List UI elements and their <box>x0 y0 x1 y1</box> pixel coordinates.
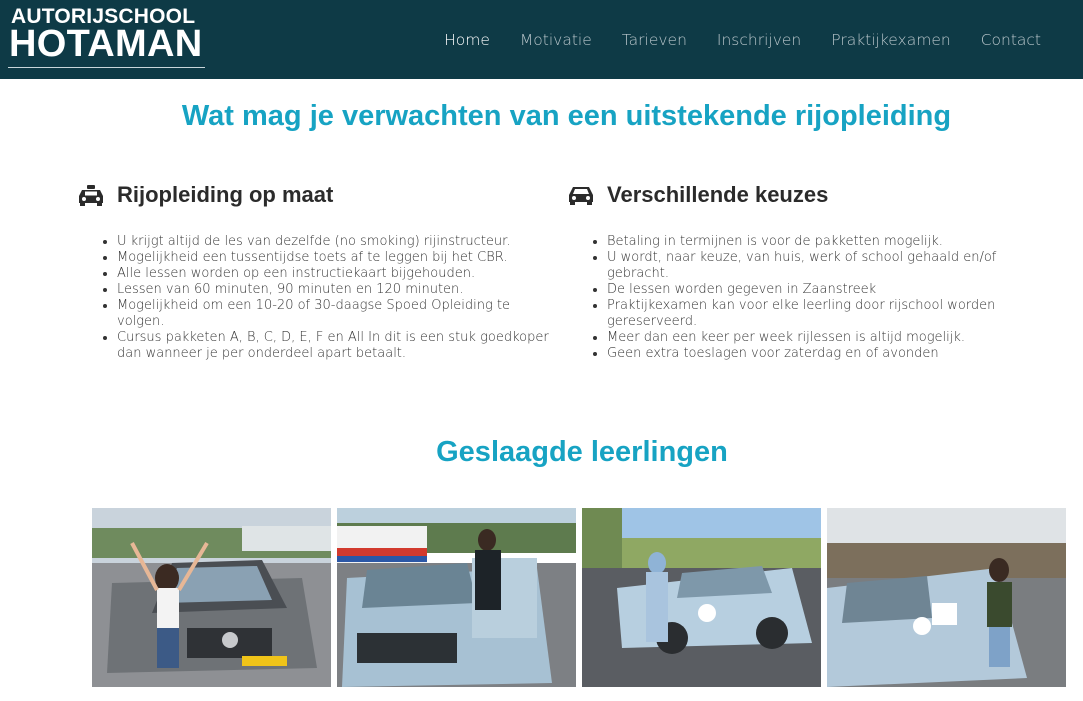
page-title: Wat mag je verwachten van een uitstekend… <box>181 100 952 132</box>
student-photo-1[interactable] <box>92 508 331 687</box>
list-item: Meer dan een keer per week rijlessen is … <box>607 330 1047 346</box>
feature-heading-left: Rijopleiding op maat <box>117 182 334 207</box>
nav-inschrijven[interactable]: Inschrijven <box>717 31 801 49</box>
feature-header-left: Rijopleiding op maat <box>77 180 557 210</box>
list-item: Lessen van 60 minuten, 90 minuten en 120… <box>117 282 557 298</box>
feature-header-right: Verschillende keuzes <box>567 180 1047 210</box>
taxi-icon <box>77 184 105 206</box>
main-nav: Home Motivatie Tarieven Inschrijven Prak… <box>414 0 1041 79</box>
list-item: U wordt, naar keuze, van huis, werk of s… <box>607 250 1047 282</box>
student-photo-3[interactable] <box>582 508 821 687</box>
gallery-title: Geslaagde leerlingen <box>436 436 728 468</box>
feature-heading-right: Verschillende keuzes <box>607 182 829 207</box>
nav-praktijkexamen[interactable]: Praktijkexamen <box>831 31 950 49</box>
feature-list-right: Betaling in termijnen is voor de pakkett… <box>567 234 1047 362</box>
feature-column-left: Rijopleiding op maat U krijgt altijd de … <box>77 180 557 362</box>
feature-column-right: Verschillende keuzes Betaling in termijn… <box>567 180 1047 362</box>
nav-tarieven[interactable]: Tarieven <box>622 31 687 49</box>
list-item: Betaling in termijnen is voor de pakkett… <box>607 234 1047 250</box>
list-item: De lessen worden gegeven in Zaanstreek <box>607 282 1047 298</box>
car-icon <box>567 184 595 206</box>
logo-line-2: HOTAMAN <box>9 23 203 65</box>
list-item: Alle lessen worden op een instructiekaar… <box>117 266 557 282</box>
feature-list-left: U krijgt altijd de les van dezelfde (no … <box>77 234 557 362</box>
student-gallery <box>92 508 1067 687</box>
site-logo[interactable]: AUTORIJSCHOOL HOTAMAN <box>8 4 205 68</box>
list-item: Mogelijkheid een tussentijdse toets af t… <box>117 250 557 266</box>
nav-home[interactable]: Home <box>444 31 490 49</box>
list-item: Mogelijkheid om een 10-20 of 30-daagse S… <box>117 298 557 330</box>
list-item: Geen extra toeslagen voor zaterdag en of… <box>607 346 1047 362</box>
student-photo-2[interactable] <box>337 508 576 687</box>
list-item: Praktijkexamen kan voor elke leerling do… <box>607 298 1047 330</box>
list-item: U krijgt altijd de les van dezelfde (no … <box>117 234 557 250</box>
student-photo-4[interactable] <box>827 508 1066 687</box>
nav-contact[interactable]: Contact <box>981 31 1041 49</box>
list-item: Cursus pakketen A, B, C, D, E, F en All … <box>117 330 557 362</box>
site-header: AUTORIJSCHOOL HOTAMAN Home Motivatie Tar… <box>0 0 1083 79</box>
nav-motivatie[interactable]: Motivatie <box>520 31 592 49</box>
